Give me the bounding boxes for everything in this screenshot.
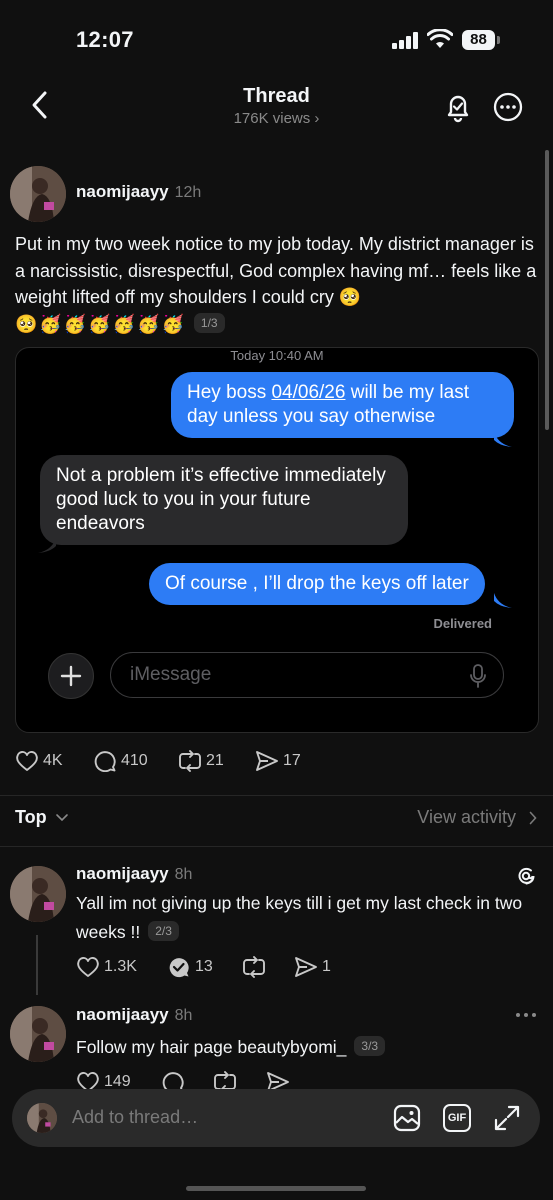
reply-body: Follow my hair page beautybyomi_ (76, 1037, 347, 1057)
avatar[interactable] (10, 1006, 66, 1062)
send-icon (256, 751, 278, 771)
repost-button[interactable] (242, 956, 266, 978)
like-button[interactable]: 4K (15, 750, 63, 772)
username[interactable]: naomijaayy (76, 1005, 169, 1024)
share-button[interactable]: 17 (255, 750, 301, 772)
imessage-bubble-received: Not a problem it’s effective immediately… (40, 455, 408, 545)
gif-button[interactable]: GIF (443, 1104, 471, 1132)
like-count: 1.3K (104, 958, 137, 975)
repost-icon (243, 956, 265, 978)
reply-author[interactable]: naomijaayy 8h (76, 864, 192, 884)
share-count: 17 (283, 752, 301, 769)
share-button[interactable]: 1 (294, 956, 331, 978)
avatar[interactable] (10, 866, 66, 922)
avatar[interactable] (10, 166, 66, 222)
post-body: Put in my two week notice to my job toda… (15, 234, 537, 307)
divider (0, 846, 553, 847)
post-author[interactable]: naomijaayy 12h (76, 182, 201, 202)
microphone-icon (470, 664, 486, 688)
imessage-date: Today 10:40 AM (230, 348, 324, 363)
bubble-tail (38, 538, 56, 553)
add-to-thread-bar[interactable]: Add to thread… GIF (12, 1089, 540, 1147)
sort-dropdown[interactable]: Top (15, 807, 69, 828)
post-emojis: 🥺🥳🥳🥳🥳🥳🥳 (15, 313, 186, 334)
repost-button[interactable]: 21 (178, 750, 224, 772)
reply-body: Yall im not giving up the keys till i ge… (76, 893, 523, 942)
comment-replied-icon (169, 958, 189, 978)
heart-icon (16, 751, 38, 771)
imessage-bubble-sent-2: Of course , I’ll drop the keys off later (149, 563, 485, 605)
reply-time: 8h (174, 866, 193, 883)
reply-time: 8h (174, 1007, 193, 1024)
divider (0, 795, 553, 796)
page-badge: 2/3 (148, 921, 179, 941)
like-button[interactable]: 1.3K (76, 956, 137, 978)
home-indicator (186, 1186, 366, 1191)
share-count: 1 (322, 958, 331, 975)
page-badge: 3/3 (354, 1036, 386, 1056)
bubble-tail (494, 432, 512, 447)
imessage-screenshot[interactable]: Today 10:40 AM Hey boss 04/06/26 will be… (15, 347, 539, 733)
thread-connector-line (36, 935, 38, 995)
msg1-date-link: 04/06/26 (271, 382, 346, 403)
status-time: 12:07 (76, 27, 134, 52)
avatar (27, 1103, 57, 1133)
threads-logo-icon[interactable] (515, 864, 537, 886)
post-text: Put in my two week notice to my job toda… (15, 231, 539, 337)
image-attach-button[interactable] (393, 1104, 421, 1132)
repost-icon (179, 750, 201, 772)
bubble-tail (494, 593, 512, 608)
more-options-icon[interactable] (515, 1011, 537, 1019)
heart-icon (77, 957, 99, 977)
delivered-label: Delivered (433, 616, 492, 631)
msg1-prefix: Hey boss (187, 382, 272, 403)
signal-icon (392, 32, 420, 49)
more-options-button[interactable] (493, 92, 523, 122)
reply-button[interactable]: 13 (167, 956, 213, 978)
username[interactable]: naomijaayy (76, 182, 169, 201)
reply-author[interactable]: naomijaayy 8h (76, 1005, 192, 1025)
reply-count: 13 (195, 958, 213, 975)
like-count: 4K (43, 752, 63, 769)
scrollbar[interactable] (545, 150, 549, 430)
expand-icon[interactable] (493, 1104, 521, 1132)
page-badge: 1/3 (193, 312, 225, 333)
username[interactable]: naomijaayy (76, 864, 169, 883)
imessage-plus-button (48, 653, 94, 699)
reply-text: Yall im not giving up the keys till i ge… (76, 889, 538, 947)
comment-icon (94, 751, 116, 772)
reply-count: 410 (121, 752, 148, 769)
repost-count: 21 (206, 752, 224, 769)
send-icon (295, 957, 317, 977)
reply-button[interactable]: 410 (93, 750, 148, 772)
battery-icon: 88 (462, 30, 495, 50)
view-activity-link[interactable]: View activity (417, 807, 537, 828)
imessage-bubble-sent-1: Hey boss 04/06/26 will be my last day un… (171, 372, 514, 438)
chevron-down-icon (55, 814, 68, 822)
battery-tip (497, 36, 500, 44)
post-time: 12h (174, 184, 202, 201)
add-to-thread-input[interactable]: Add to thread… (72, 1107, 198, 1128)
notification-bell-button[interactable] (443, 91, 473, 123)
wifi-icon (427, 29, 453, 49)
like-count: 149 (104, 1073, 131, 1090)
imessage-placeholder: iMessage (130, 664, 212, 685)
chevron-right-icon (529, 811, 537, 825)
view-activity-label: View activity (417, 807, 516, 827)
sort-label: Top (15, 807, 47, 827)
imessage-input: iMessage (110, 652, 504, 698)
reply-text: Follow my hair page beautybyomi_ 3/3 (76, 1033, 538, 1062)
